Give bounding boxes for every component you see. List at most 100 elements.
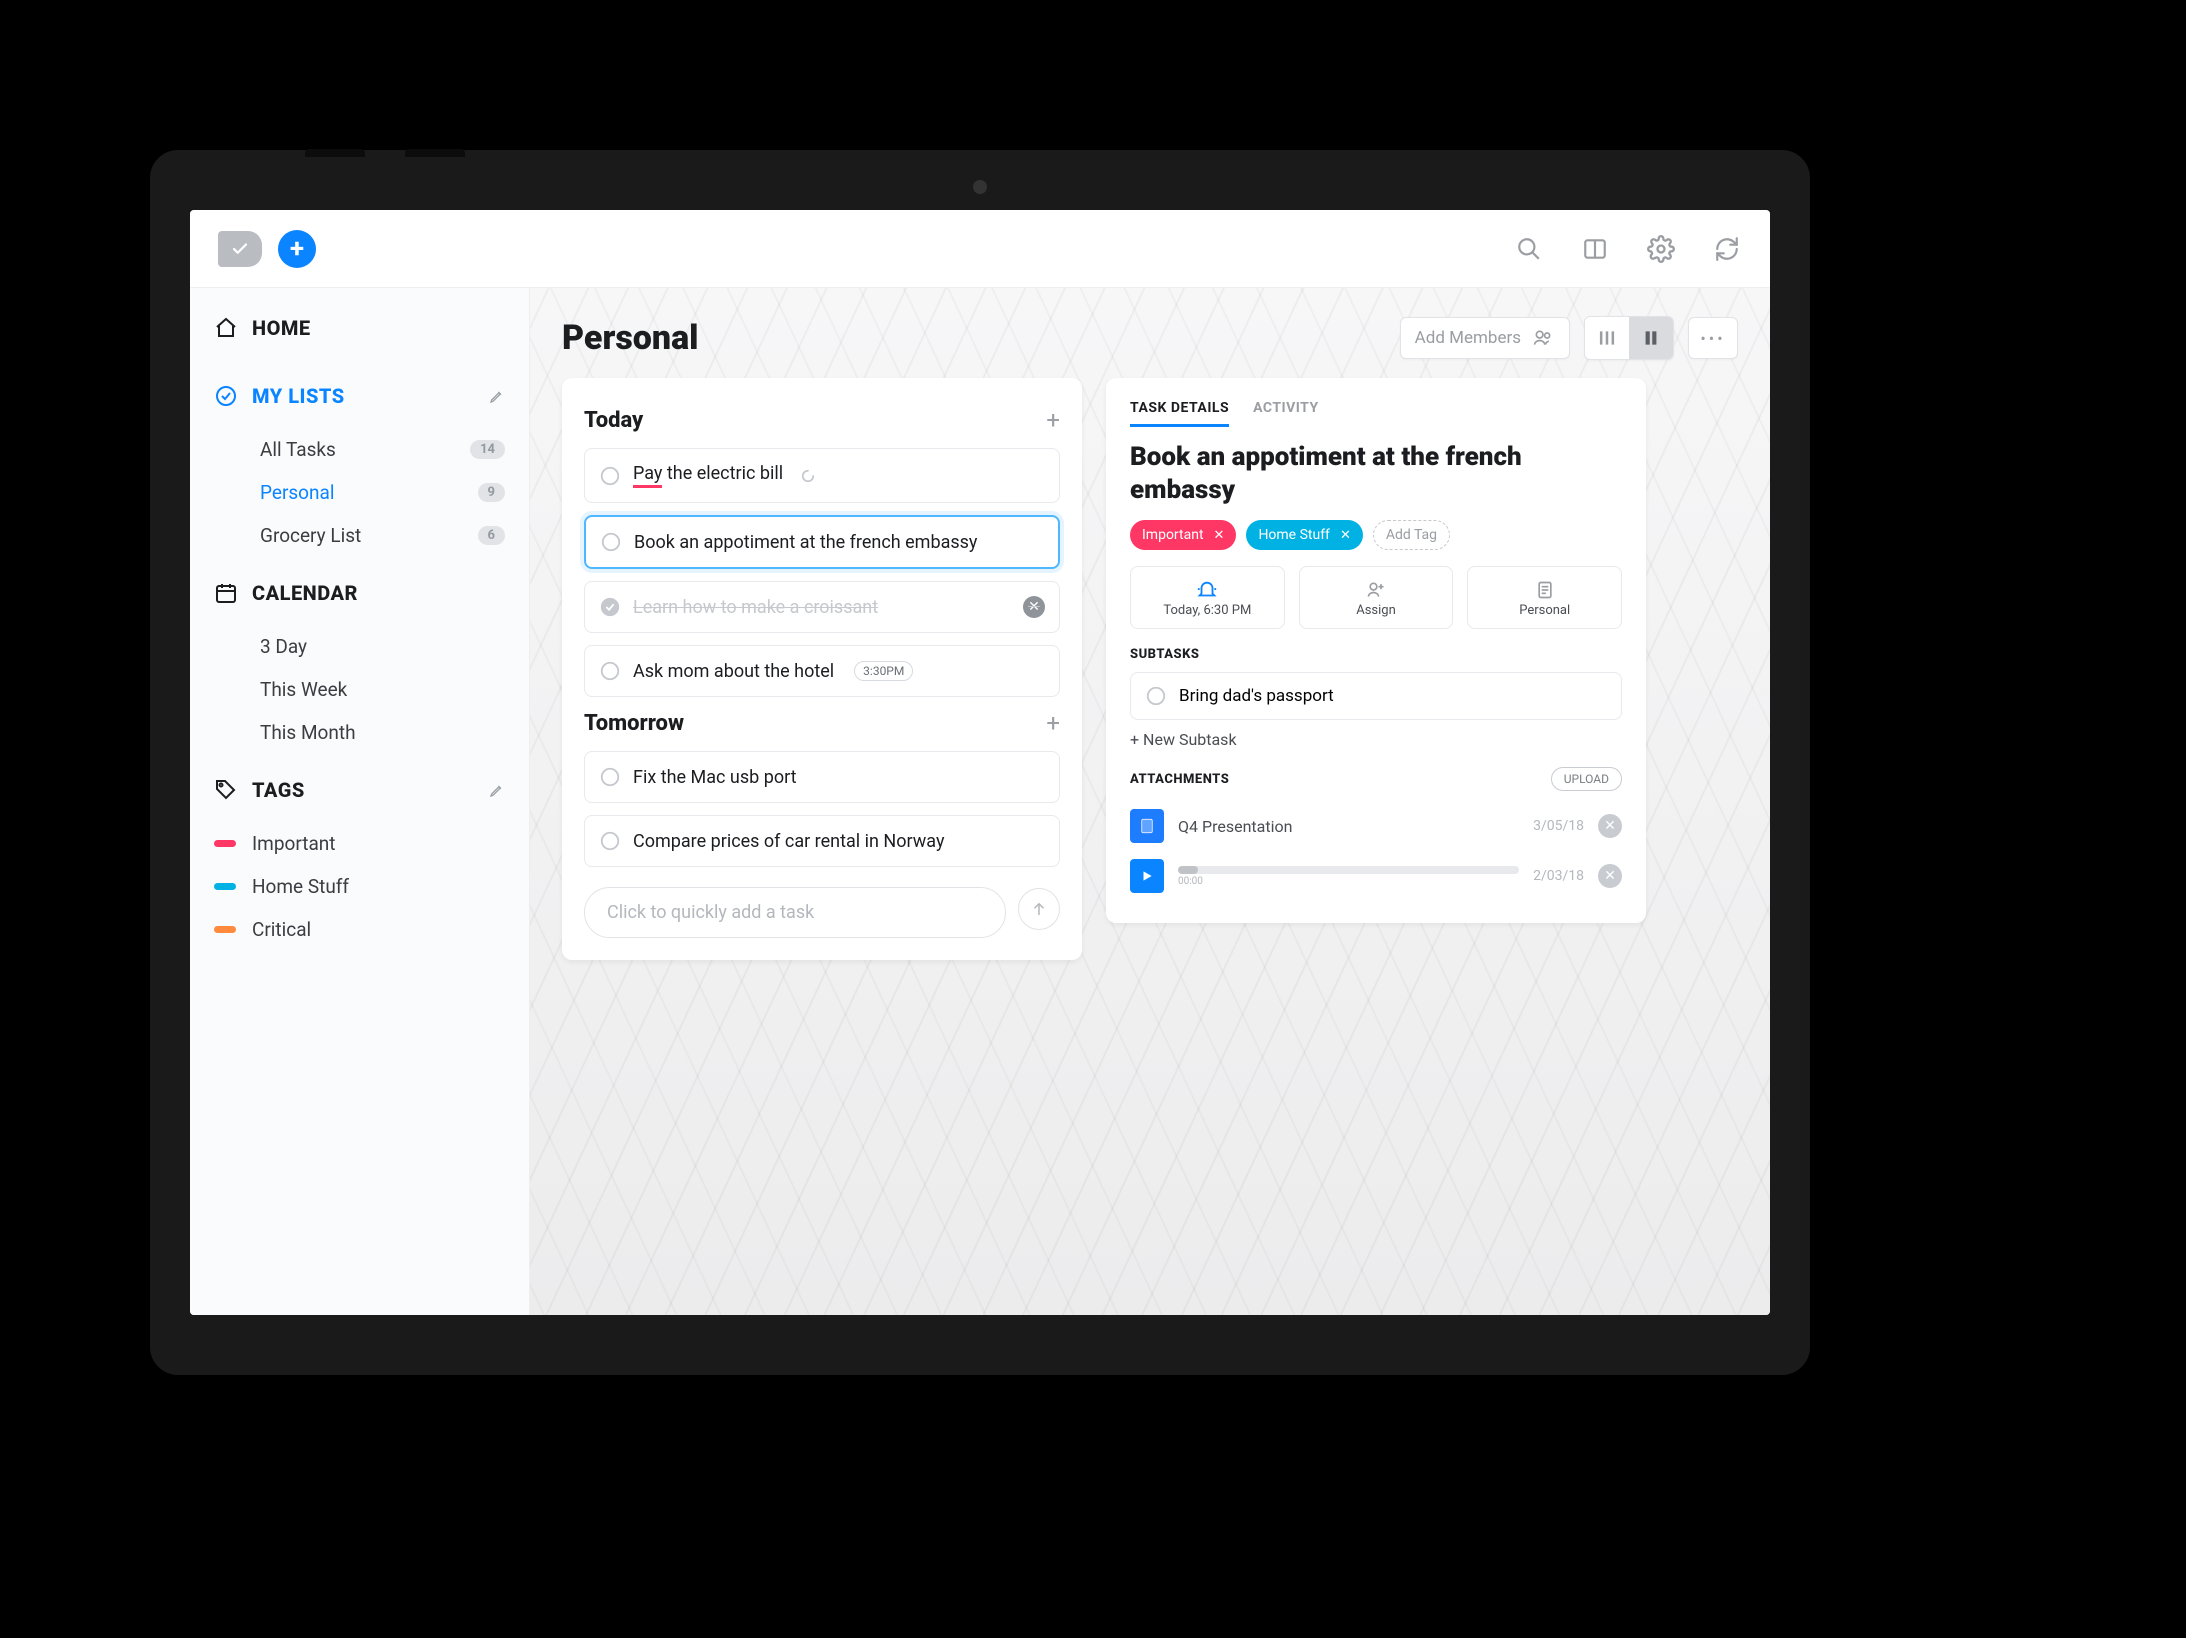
dismiss-task-button[interactable]: ✕ [1023, 596, 1045, 618]
add-task-tomorrow-button[interactable]: + [1046, 709, 1060, 737]
app-screen: + [190, 210, 1770, 1315]
sidebar: HOME MY LISTS All Tasks 14 Personal9Grocer… [190, 288, 530, 1315]
sidebar-home[interactable]: HOME [214, 316, 505, 340]
tag-label: Home Stuff [252, 875, 349, 898]
task-checkbox[interactable] [599, 596, 621, 618]
task-text: Learn how to make a croissant [633, 597, 878, 618]
task-checkbox[interactable] [599, 830, 621, 852]
attachment-row[interactable]: Q4 Presentation 3/05/18 ✕ [1130, 801, 1622, 851]
meta-reminder-label: Today, 6:30 PM [1137, 603, 1278, 618]
sidebar-mylists[interactable]: MY LISTS [214, 384, 505, 408]
more-button[interactable]: ••• [1688, 317, 1738, 359]
tag-pill-label: Important [1142, 527, 1204, 543]
search-button[interactable] [1514, 234, 1544, 264]
new-subtask-button[interactable]: + New Subtask [1130, 730, 1622, 749]
sidebar-item-all-tasks[interactable]: All Tasks 14 [214, 428, 505, 471]
sidebar-item-count: 14 [470, 440, 505, 459]
task-card[interactable]: Book an appotiment at the french embassy [584, 515, 1060, 569]
subtask-row[interactable]: Bring dad's passport [1130, 672, 1622, 720]
sidebar-calendar[interactable]: CALENDAR [214, 581, 505, 605]
attachments-heading: ATTACHMENTS [1130, 772, 1229, 787]
view-columns-button[interactable] [1585, 317, 1629, 359]
task-list-panel: Today + Pay the electric bill Book an app… [562, 378, 1082, 960]
edit-lists-icon[interactable] [489, 388, 505, 404]
task-details-panel: TASK DETAILS ACTIVITY Book an appotiment… [1106, 378, 1646, 923]
meta-reminder[interactable]: Today, 6:30 PM [1130, 566, 1285, 629]
remove-tag-icon[interactable]: ✕ [1214, 528, 1225, 543]
subtask-text: Bring dad's passport [1179, 686, 1334, 706]
attachment-date: 2/03/18 [1533, 868, 1584, 884]
task-card[interactable]: Ask mom about the hotel3:30PM [584, 645, 1060, 697]
task-text: Pay the electric bill [633, 463, 783, 488]
tag-pill-label: Home Stuff [1258, 527, 1330, 543]
sidebar-item-grocery-list[interactable]: Grocery List6 [214, 514, 505, 557]
assign-icon [1363, 580, 1389, 600]
tablet-hw-buttons [305, 142, 505, 150]
task-card[interactable]: Fix the Mac usb port [584, 751, 1060, 803]
add-task-today-button[interactable]: + [1046, 406, 1060, 434]
sidebar-tag-home-stuff[interactable]: Home Stuff [190, 865, 529, 908]
add-members-button[interactable]: Add Members [1400, 317, 1570, 359]
tag-swatch [214, 883, 236, 890]
sidebar-tag-important[interactable]: Important [190, 822, 529, 865]
task-checkbox[interactable] [599, 465, 621, 487]
task-card[interactable]: Compare prices of car rental in Norway [584, 815, 1060, 867]
check-circle-icon [214, 384, 238, 408]
attachment-thumb-audio[interactable] [1130, 859, 1164, 893]
attachment-row[interactable]: 00:00 2/03/18 ✕ [1130, 851, 1622, 901]
plus-icon: + [290, 234, 304, 264]
sidebar-item-personal[interactable]: Personal9 [214, 471, 505, 514]
quick-add-input[interactable]: Click to quickly add a task [584, 887, 1006, 938]
tab-task-details[interactable]: TASK DETAILS [1130, 400, 1229, 427]
subtask-checkbox[interactable] [1145, 685, 1167, 707]
upload-button[interactable]: UPLOAD [1551, 767, 1622, 791]
app-logo-badge[interactable] [218, 231, 262, 267]
delete-attachment-button[interactable]: ✕ [1598, 814, 1622, 838]
remove-tag-icon[interactable]: ✕ [1340, 528, 1351, 543]
sidebar-tag-critical[interactable]: Critical [190, 908, 529, 951]
sync-button[interactable] [1712, 234, 1742, 264]
attachment-name: Q4 Presentation [1178, 817, 1292, 836]
doc-icon [1138, 817, 1156, 835]
view-split-button[interactable] [1629, 317, 1673, 359]
panels-button[interactable] [1580, 234, 1610, 264]
task-card[interactable]: Learn how to make a croissant ✕ [584, 581, 1060, 633]
delete-attachment-button[interactable]: ✕ [1598, 864, 1622, 888]
add-tag-button[interactable]: Add Tag [1373, 520, 1450, 550]
arrow-up-icon [1030, 900, 1048, 918]
page-title: Personal [562, 318, 698, 358]
attachment-date: 3/05/18 [1533, 818, 1584, 834]
settings-button[interactable] [1646, 234, 1676, 264]
attachment-thumb-doc [1130, 809, 1164, 843]
meta-list[interactable]: Personal [1467, 566, 1622, 629]
sidebar-item-label: All Tasks [260, 438, 336, 461]
sidebar-calendar-this-month[interactable]: This Month [214, 711, 505, 754]
sidebar-calendar-3-day[interactable]: 3 Day [214, 625, 505, 668]
task-card[interactable]: Pay the electric bill [584, 448, 1060, 503]
new-task-button[interactable]: + [278, 230, 316, 268]
audio-time: 00:00 [1178, 876, 1519, 887]
task-text: Fix the Mac usb port [633, 767, 797, 788]
tablet-camera [973, 180, 987, 194]
meta-assign[interactable]: Assign [1299, 566, 1454, 629]
task-checkbox[interactable] [599, 766, 621, 788]
gear-icon [1647, 235, 1675, 263]
task-text: Compare prices of car rental in Norway [633, 831, 944, 852]
task-checkbox[interactable] [599, 660, 621, 682]
bell-icon [1196, 579, 1218, 601]
tag-pill-important[interactable]: Important ✕ [1130, 520, 1236, 550]
loading-icon [801, 469, 815, 483]
topbar: + [190, 210, 1770, 288]
sidebar-calendar-this-week[interactable]: This Week [214, 668, 505, 711]
edit-tags-icon[interactable] [489, 782, 505, 798]
tag-pill-home-stuff[interactable]: Home Stuff ✕ [1246, 520, 1362, 550]
tab-activity[interactable]: ACTIVITY [1253, 400, 1319, 427]
sidebar-tags[interactable]: TAGS [214, 778, 505, 802]
calendar-icon [214, 581, 238, 605]
audio-progress[interactable] [1178, 866, 1519, 874]
quick-add-placeholder: Click to quickly add a task [607, 902, 814, 923]
add-tag-label: Add Tag [1386, 527, 1437, 543]
group-today-title: Today [584, 408, 643, 433]
quick-add-submit[interactable] [1018, 888, 1060, 930]
task-checkbox[interactable] [600, 531, 622, 553]
